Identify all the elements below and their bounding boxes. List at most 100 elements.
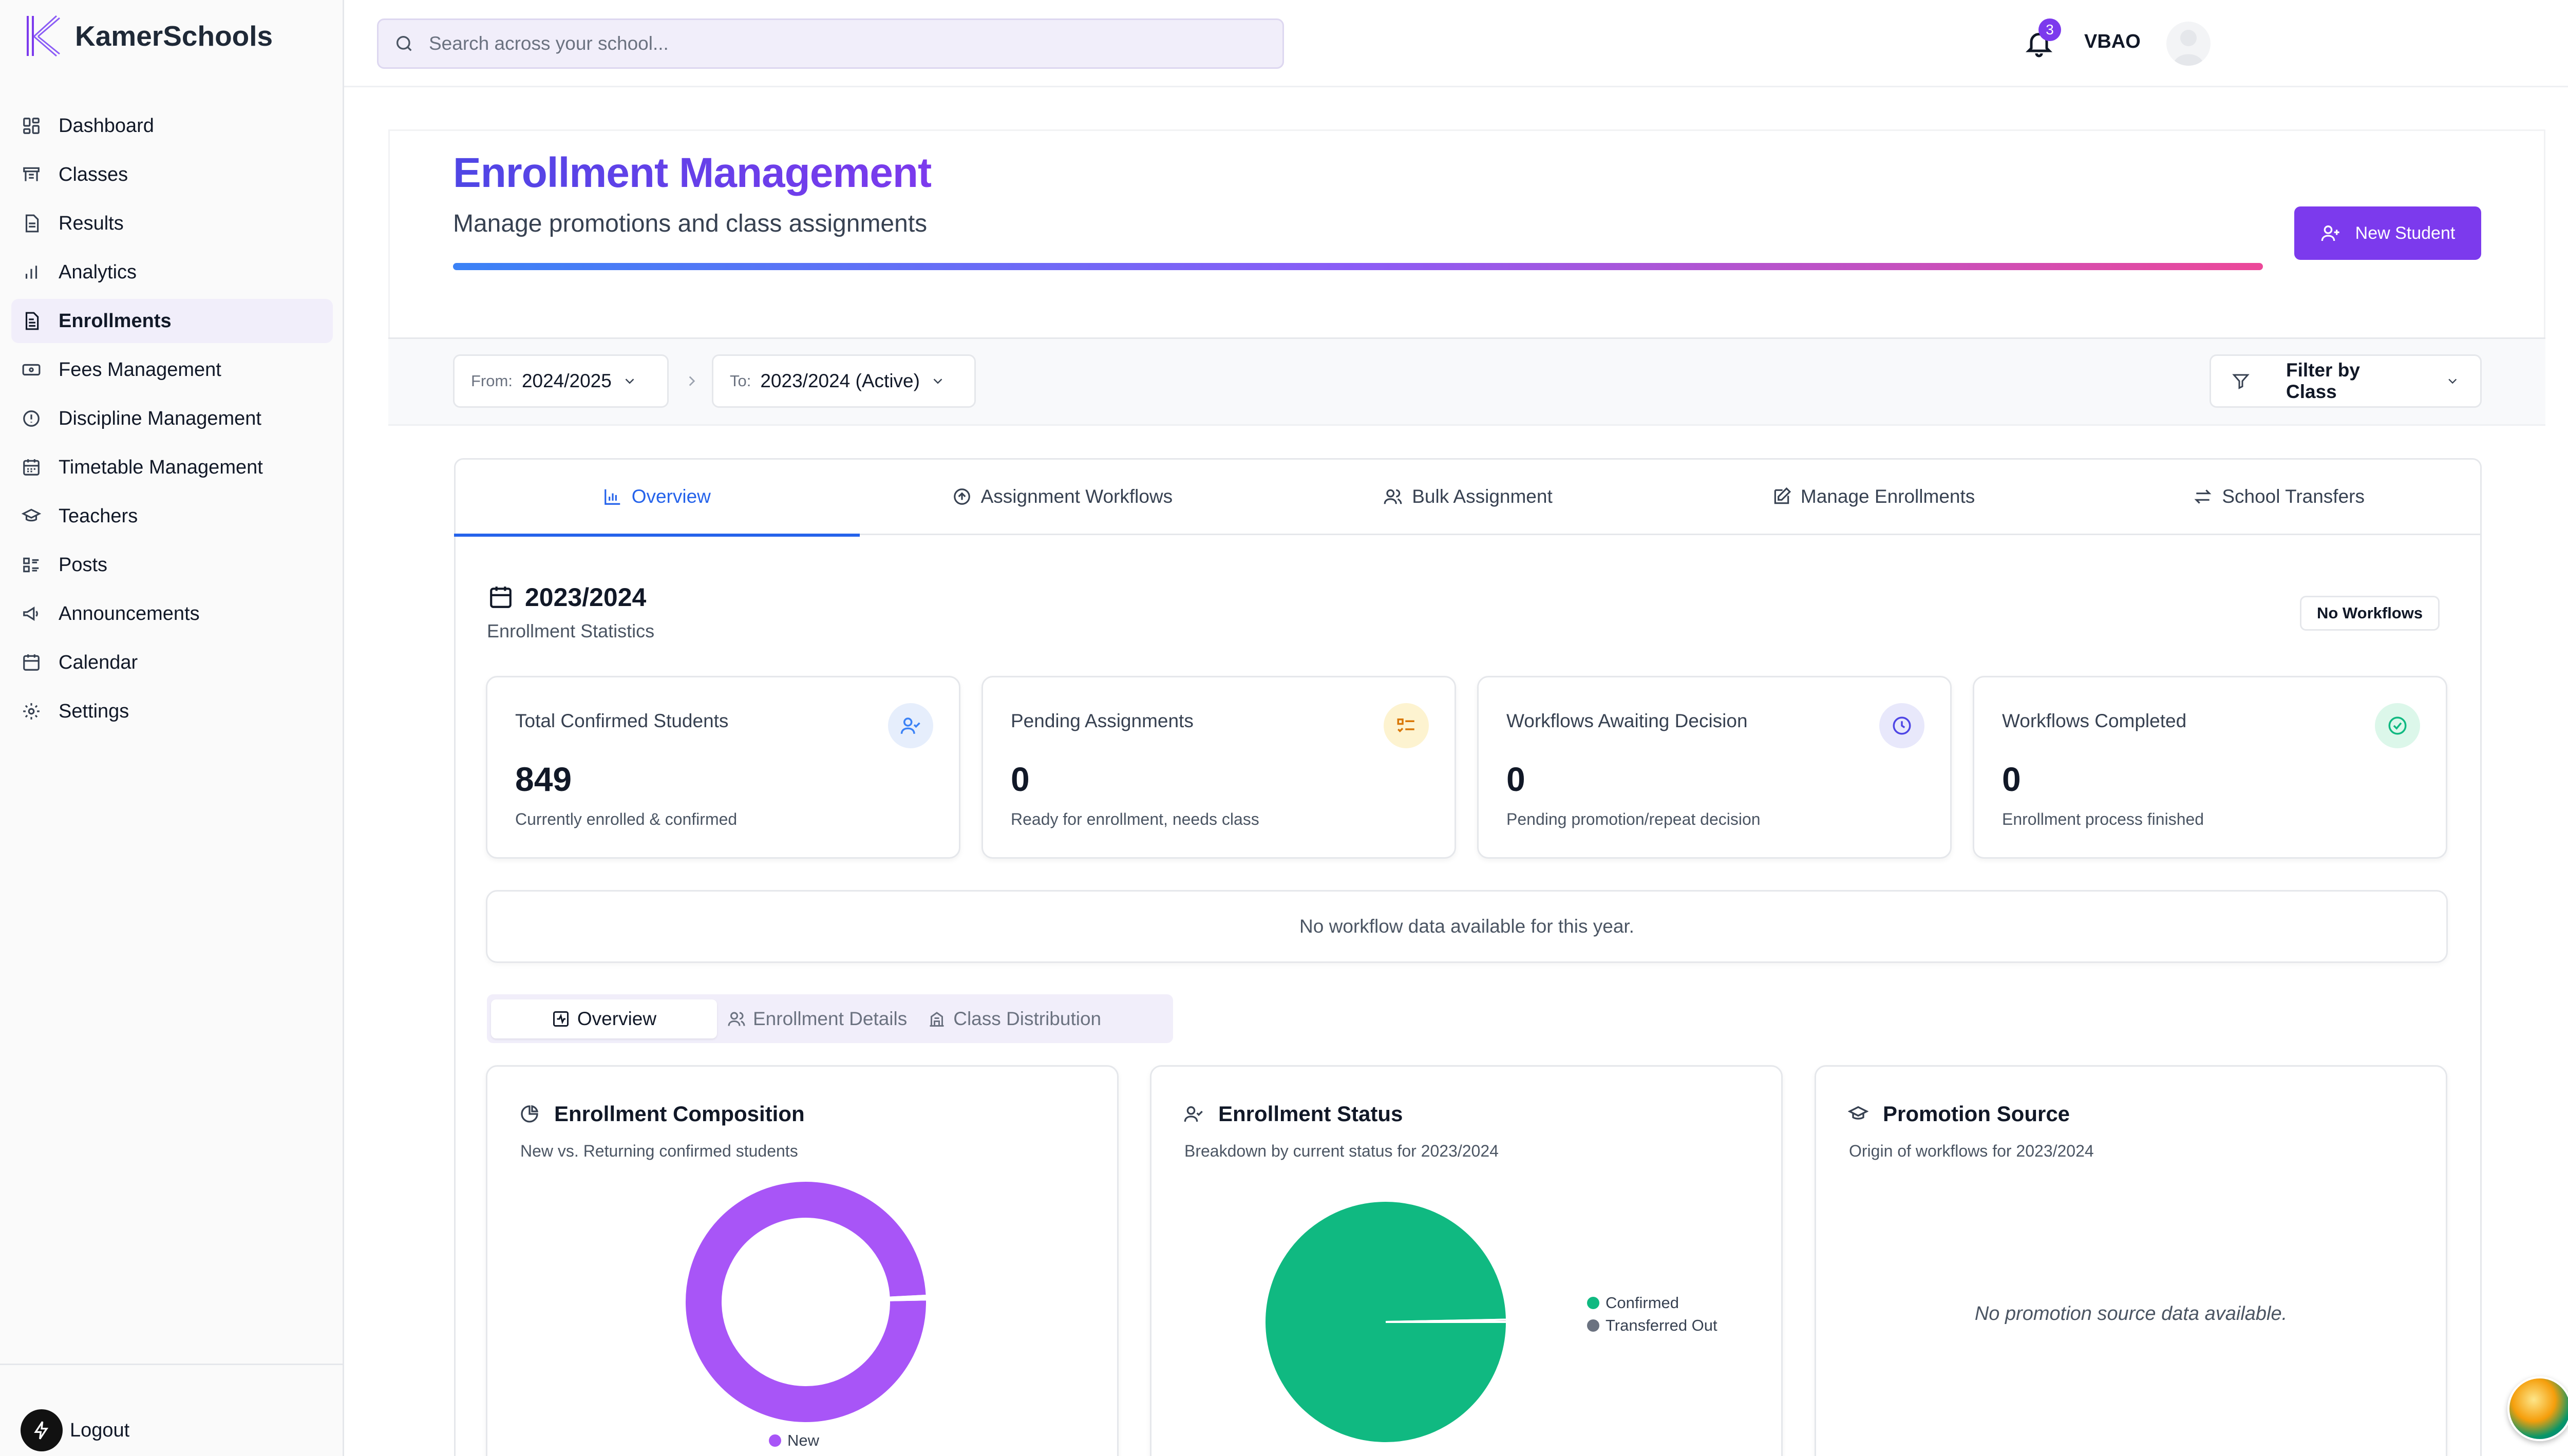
- filter-icon: [2232, 374, 2250, 389]
- edit-icon: [1774, 487, 1791, 504]
- classes-icon: [22, 165, 41, 184]
- subtab-enrollment-details[interactable]: Enrollment Details: [717, 999, 917, 1038]
- school-icon: [930, 1011, 944, 1027]
- stat-value: 0: [2002, 760, 2021, 798]
- sidebar-item-results[interactable]: Results: [11, 201, 333, 245]
- chevron-down-icon: [933, 379, 942, 384]
- from-label: From:: [471, 372, 513, 390]
- sidebar-item-announcements[interactable]: Announcements: [11, 592, 333, 636]
- sidebar-item-analytics[interactable]: Analytics: [11, 250, 333, 294]
- user-plus-icon: [2321, 225, 2339, 241]
- stat-label: Workflows Awaiting Decision: [1506, 710, 1748, 731]
- logout-button[interactable]: Logout: [21, 1409, 129, 1451]
- user-name[interactable]: VBAO: [2084, 31, 2141, 53]
- stat-description: Ready for enrollment, needs class: [1011, 810, 1259, 828]
- search-icon: [396, 36, 412, 51]
- posts-icon: [22, 555, 41, 575]
- tab-overview[interactable]: Overview: [454, 458, 860, 537]
- sidebar-item-label: Discipline Management: [59, 407, 261, 429]
- avatar[interactable]: [2166, 22, 2211, 66]
- tab-label: Overview: [631, 486, 711, 507]
- sidebar-item-fees[interactable]: Fees Management: [11, 348, 333, 392]
- tab-bulk-assignment[interactable]: Bulk Assignment: [1265, 458, 1671, 535]
- promotion-title: Promotion Source: [1848, 1102, 2070, 1126]
- no-workflow-notice: No workflow data available for this year…: [486, 890, 2448, 963]
- legend-confirmed: Confirmed: [1587, 1294, 1717, 1312]
- sub-tabs: Overview Enrollment Details Class Distri…: [487, 994, 1173, 1043]
- status-pie-chart: [1263, 1200, 1508, 1444]
- pie-slice-returning: [888, 1294, 928, 1301]
- year-subtitle: Enrollment Statistics: [487, 620, 655, 641]
- sidebar-item-enrollments[interactable]: Enrollments: [11, 299, 333, 343]
- app-root: KamerSchools Dashboard Classes Results A…: [0, 0, 2568, 1456]
- discipline-icon: [22, 409, 41, 428]
- logout-label: Logout: [70, 1419, 130, 1441]
- logout-section: Logout: [0, 1364, 344, 1456]
- sidebar-item-posts[interactable]: Posts: [11, 543, 333, 587]
- legend-label: Transferred Out: [1606, 1316, 1717, 1334]
- stat-value: 849: [515, 760, 572, 798]
- sidebar-item-label: Announcements: [59, 602, 200, 625]
- enrollments-icon: [22, 311, 41, 331]
- search-input[interactable]: [429, 33, 1251, 54]
- from-year-select[interactable]: From: 2024/2025: [453, 354, 669, 408]
- year-label: 2023/2024: [525, 583, 647, 612]
- sidebar-item-label: Classes: [59, 163, 128, 185]
- brand[interactable]: KamerSchools: [23, 8, 273, 64]
- sidebar-item-discipline[interactable]: Discipline Management: [11, 396, 333, 441]
- stat-description: Pending promotion/repeat decision: [1506, 810, 1761, 828]
- sidebar-item-label: Analytics: [59, 261, 137, 283]
- stat-description: Currently enrolled & confirmed: [515, 810, 738, 828]
- sidebar-item-timetable[interactable]: Timetable Management: [11, 445, 333, 489]
- legend-new: New: [769, 1431, 819, 1450]
- tab-school-transfers[interactable]: School Transfers: [2076, 458, 2482, 535]
- tab-manage-enrollments[interactable]: Manage Enrollments: [1671, 458, 2076, 535]
- stat-value: 0: [1011, 760, 1030, 798]
- user-check-icon: [888, 703, 933, 748]
- search-bar[interactable]: [377, 18, 1284, 69]
- calendar-icon: [490, 587, 512, 608]
- sidebar-item-label: Dashboard: [59, 115, 154, 137]
- arrows-left-right-icon: [2194, 489, 2212, 504]
- to-year-select[interactable]: To: 2023/2024 (Active): [712, 354, 976, 408]
- subtab-class-distribution[interactable]: Class Distribution: [917, 999, 1111, 1038]
- sidebar-item-label: Settings: [59, 700, 129, 722]
- users-icon: [728, 1012, 745, 1026]
- graduation-cap-icon: [1848, 1106, 1868, 1120]
- sidebar-item-label: Results: [59, 212, 124, 234]
- sidebar-item-calendar[interactable]: Calendar: [11, 640, 333, 685]
- sidebar-item-label: Enrollments: [59, 310, 172, 332]
- sidebar-item-teachers[interactable]: Teachers: [11, 494, 333, 538]
- sidebar-item-label: Teachers: [59, 505, 138, 527]
- main-tabs: Overview Assignment Workflows Bulk Assig…: [454, 458, 2482, 537]
- sidebar-item-classes[interactable]: Classes: [11, 153, 333, 197]
- analytics-icon: [22, 262, 41, 282]
- legend-transferred-out: Transferred Out: [1587, 1316, 1717, 1335]
- fees-icon: [22, 360, 41, 380]
- megaphone-icon: [22, 604, 41, 623]
- stat-label: Workflows Completed: [2002, 710, 2187, 731]
- calendar-icon: [22, 653, 41, 672]
- top-bar: 3 VBAO: [344, 0, 2568, 87]
- class-filter-select[interactable]: Filter by Class: [2210, 354, 2482, 408]
- promotion-title-text: Promotion Source: [1883, 1102, 2070, 1126]
- assistant-launcher-icon[interactable]: [2507, 1376, 2568, 1441]
- chevron-down-icon: [625, 379, 634, 384]
- activity-square-icon: [553, 1011, 569, 1027]
- workflow-status-badge: No Workflows: [2300, 596, 2440, 631]
- promotion-chart-card: Promotion Source Origin of workflows for…: [1815, 1065, 2447, 1456]
- tab-assignment-workflows[interactable]: Assignment Workflows: [860, 458, 1266, 535]
- sidebar-item-settings[interactable]: Settings: [11, 689, 333, 733]
- subtab-overview[interactable]: Overview: [491, 999, 717, 1038]
- notification-badge: 3: [2038, 18, 2061, 41]
- to-value: 2023/2024 (Active): [760, 370, 920, 391]
- to-label: To:: [730, 372, 751, 390]
- stat-description: Enrollment process finished: [2002, 810, 2204, 828]
- sidebar-item-dashboard[interactable]: Dashboard: [11, 104, 333, 148]
- promotion-empty-message: No promotion source data available.: [1974, 1303, 2288, 1325]
- new-student-button[interactable]: New Student: [2294, 206, 2481, 260]
- stat-label: Pending Assignments: [1011, 710, 1194, 731]
- brand-name: KamerSchools: [75, 20, 273, 52]
- stat-card-awaiting: Workflows Awaiting Decision 0 Pending pr…: [1477, 676, 1952, 859]
- class-filter-label: Filter by Class: [2286, 360, 2360, 402]
